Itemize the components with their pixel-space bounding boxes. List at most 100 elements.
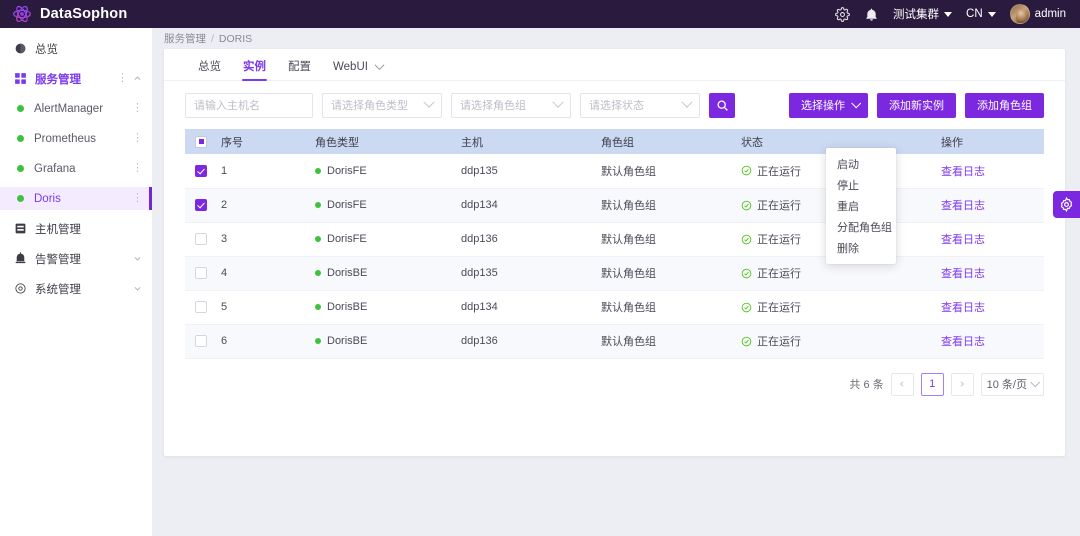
- row-status: 正在运行: [757, 165, 801, 178]
- header-settings-button[interactable]: [835, 6, 850, 22]
- sidebar-item-overview[interactable]: 总览: [0, 37, 152, 60]
- select-action-button[interactable]: 选择操作: [789, 92, 868, 118]
- row-index: 5: [211, 290, 305, 325]
- page-size-select[interactable]: 10 条/页: [980, 372, 1044, 396]
- col-action: 操作: [931, 129, 1044, 154]
- more-vertical-icon[interactable]: ⋮: [132, 103, 143, 114]
- menu-item-restart[interactable]: 重启: [826, 195, 896, 216]
- view-log-link[interactable]: 查看日志: [941, 336, 985, 348]
- tab-overview[interactable]: 总览: [187, 61, 232, 80]
- table-row[interactable]: 2 DorisFE ddp134 默认角色组 正在运行 查看日志: [185, 188, 1044, 223]
- row-checkbox[interactable]: [195, 164, 207, 177]
- row-checkbox[interactable]: [195, 233, 207, 245]
- row-role-group: 默认角色组: [591, 290, 731, 325]
- row-host: ddp135: [451, 154, 591, 189]
- chevron-down-icon: [851, 97, 862, 108]
- tab-instances[interactable]: 实例: [232, 61, 277, 81]
- sidebar-item-host-management[interactable]: 主机管理: [0, 217, 152, 240]
- table-row[interactable]: 5 DorisBE ddp134 默认角色组 正在运行 查看日志: [185, 290, 1044, 325]
- sidebar: 总览 服务管理 ⋮ AlertManager ⋮ Prometheus ⋮ Gr…: [0, 28, 152, 536]
- sidebar-item-doris[interactable]: Doris ⋮: [0, 187, 152, 210]
- gear-icon: [1060, 197, 1073, 212]
- more-vertical-icon[interactable]: ⋮: [132, 133, 143, 144]
- menu-item-stop[interactable]: 停止: [826, 174, 896, 195]
- row-role-group: 默认角色组: [591, 188, 731, 223]
- menu-item-start[interactable]: 启动: [826, 153, 896, 174]
- tab-config[interactable]: 配置: [277, 61, 322, 80]
- sidebar-item-alertmanager[interactable]: AlertManager ⋮: [0, 97, 152, 120]
- add-role-group-button[interactable]: 添加角色组: [965, 92, 1044, 118]
- view-log-link[interactable]: 查看日志: [941, 268, 985, 280]
- chevron-down-icon: [374, 60, 385, 71]
- status-dot: [17, 165, 24, 172]
- add-instance-button[interactable]: 添加新实例: [877, 92, 956, 118]
- user-menu[interactable]: admin: [1009, 4, 1066, 24]
- row-status: 正在运行: [757, 302, 801, 314]
- breadcrumb-parent[interactable]: 服务管理: [164, 31, 206, 46]
- view-log-link[interactable]: 查看日志: [941, 234, 985, 246]
- next-page-button[interactable]: [950, 372, 974, 396]
- select-all-checkbox[interactable]: [195, 135, 207, 148]
- chevron-up-icon[interactable]: [133, 74, 142, 83]
- row-checkbox[interactable]: [195, 199, 207, 211]
- row-checkbox[interactable]: [195, 335, 207, 347]
- row-status-cell: 正在运行: [731, 290, 931, 325]
- chevron-down-icon[interactable]: [133, 284, 142, 293]
- sidebar-item-grafana[interactable]: Grafana ⋮: [0, 157, 152, 180]
- row-host: ddp135: [451, 256, 591, 291]
- menu-item-assign-role-group[interactable]: 分配角色组: [826, 216, 896, 237]
- check-circle-icon: [741, 234, 752, 244]
- more-vertical-icon[interactable]: ⋮: [132, 193, 143, 204]
- view-log-link[interactable]: 查看日志: [941, 302, 985, 314]
- table-row[interactable]: 3 DorisFE ddp136 默认角色组 正在运行 查看日志: [185, 222, 1044, 257]
- row-role-type: DorisFE: [327, 164, 367, 177]
- row-checkbox[interactable]: [195, 301, 207, 313]
- row-host: ddp134: [451, 290, 591, 325]
- language-label: CN: [966, 8, 983, 20]
- sidebar-item-service-management[interactable]: 服务管理 ⋮: [0, 67, 152, 90]
- chevron-down-icon[interactable]: [133, 254, 142, 263]
- sidebar-label: 总览: [35, 43, 58, 56]
- table-row[interactable]: 6 DorisBE ddp136 默认角色组 正在运行 查看日志: [185, 324, 1044, 359]
- floating-settings-button[interactable]: [1053, 191, 1080, 218]
- grid-icon: [15, 73, 26, 84]
- table-header-row: 序号 角色类型 主机 角色组 状态 操作: [185, 129, 1044, 154]
- row-role-type-cell: DorisFE: [305, 222, 451, 257]
- row-role-type-cell: DorisBE: [305, 290, 451, 325]
- status-select[interactable]: 请选择状态: [580, 92, 700, 118]
- row-index: 2: [211, 188, 305, 223]
- host-name-input[interactable]: 请输入主机名: [185, 92, 313, 118]
- tab-label: 配置: [288, 61, 311, 73]
- view-log-link[interactable]: 查看日志: [941, 200, 985, 212]
- app-logo[interactable]: DataSophon: [0, 4, 152, 24]
- language-selector[interactable]: CN: [966, 8, 996, 20]
- sidebar-label: 告警管理: [35, 253, 81, 266]
- status-placeholder: 请选择状态: [589, 100, 644, 112]
- prev-page-button[interactable]: [890, 372, 914, 396]
- search-button[interactable]: [709, 92, 735, 118]
- sidebar-item-system-management[interactable]: 系统管理: [0, 277, 152, 300]
- header-alarm-button[interactable]: [864, 7, 879, 22]
- tab-label: 实例: [243, 61, 266, 73]
- tab-webui[interactable]: WebUI: [322, 60, 394, 80]
- sidebar-item-alarm-management[interactable]: 告警管理: [0, 247, 152, 270]
- row-action-cell: 查看日志: [931, 324, 1044, 359]
- row-select-cell: [185, 324, 211, 359]
- table-row[interactable]: 4 DorisBE ddp135 默认角色组 正在运行 查看日志: [185, 256, 1044, 291]
- status-dot: [315, 167, 321, 174]
- row-role-group: 默认角色组: [591, 256, 731, 291]
- page-number-1[interactable]: 1: [920, 372, 944, 396]
- role-group-select[interactable]: 请选择角色组: [451, 92, 571, 118]
- status-dot: [315, 236, 321, 242]
- menu-item-delete[interactable]: 删除: [826, 237, 896, 258]
- row-checkbox[interactable]: [195, 267, 207, 279]
- more-vertical-icon[interactable]: ⋮: [132, 163, 143, 174]
- role-type-select[interactable]: 请选择角色类型: [322, 92, 442, 118]
- view-log-link[interactable]: 查看日志: [941, 166, 985, 178]
- row-action-cell: 查看日志: [931, 188, 1044, 223]
- table-body: 1 DorisFE ddp135 默认角色组 正在运行 查看日志 2 Doris…: [185, 154, 1044, 359]
- more-vertical-icon[interactable]: ⋮: [117, 73, 128, 84]
- sidebar-item-prometheus[interactable]: Prometheus ⋮: [0, 127, 152, 150]
- table-row[interactable]: 1 DorisFE ddp135 默认角色组 正在运行 查看日志: [185, 154, 1044, 189]
- cluster-selector[interactable]: 测试集群: [893, 6, 953, 22]
